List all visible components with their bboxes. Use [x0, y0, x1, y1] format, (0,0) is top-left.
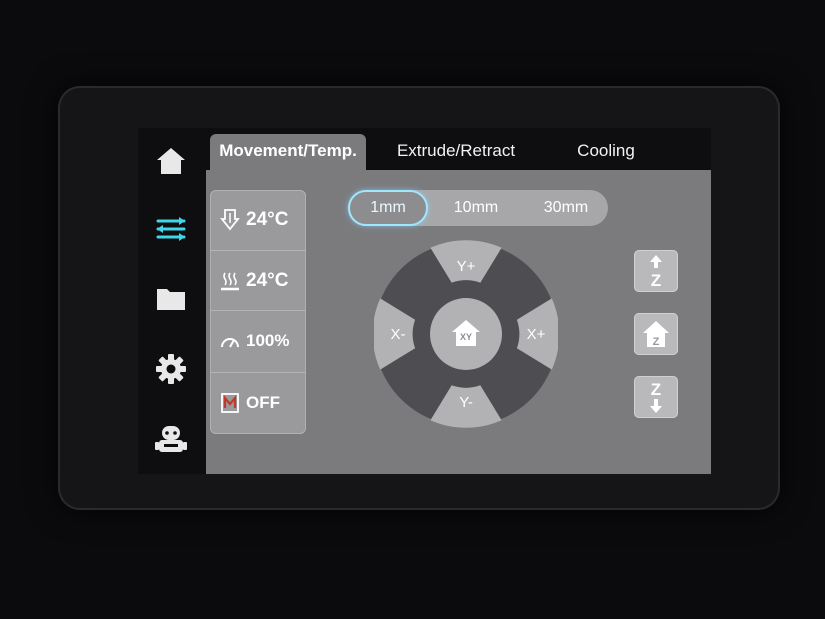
speed-value: 100% — [246, 330, 290, 350]
speedometer-icon — [221, 337, 239, 347]
tab-extrude-retract[interactable]: Extrude/Retract — [378, 135, 534, 167]
step-30mm[interactable]: 30mm — [524, 190, 608, 226]
motor-icon — [221, 392, 239, 413]
robot-icon — [155, 426, 187, 452]
gear-icon — [156, 354, 186, 384]
sliders-icon — [156, 217, 186, 241]
step-1mm[interactable]: 1mm — [348, 190, 428, 226]
sidebar-item-about[interactable] — [148, 416, 194, 462]
z-home-label: Z — [653, 336, 660, 348]
sidebar-item-files[interactable] — [148, 276, 194, 322]
tab-bar: Movement/Temp. Extrude/Retract Cooling — [206, 128, 711, 170]
speed-row[interactable]: 100% — [210, 310, 306, 370]
heated-bed-icon — [221, 272, 239, 290]
z-up-icon: Z — [650, 255, 662, 289]
z-down-button[interactable]: Z — [634, 376, 678, 418]
sidebar — [138, 128, 206, 474]
folder-icon — [157, 289, 185, 310]
z-down-icon: Z — [650, 380, 662, 413]
sidebar-item-home[interactable] — [148, 138, 194, 184]
bed-temp-value: 24°C — [246, 269, 289, 291]
touch-screen: Movement/Temp. Extrude/Retract Cooling 2… — [138, 128, 711, 474]
sidebar-item-movement[interactable] — [148, 206, 194, 252]
sidebar-item-settings[interactable] — [148, 346, 194, 392]
step-size-selector: 1mm 10mm 30mm — [348, 190, 608, 226]
nozzle-temp-row[interactable]: 24°C — [210, 190, 306, 250]
z-up-label: Z — [651, 271, 661, 289]
motors-row[interactable]: OFF — [210, 372, 306, 432]
step-10mm[interactable]: 10mm — [434, 190, 518, 226]
motors-value: OFF — [246, 392, 280, 412]
tab-movement-temp[interactable]: Movement/Temp. — [210, 134, 366, 170]
z-down-label: Z — [651, 380, 661, 399]
nozzle-temp-value: 24°C — [246, 209, 289, 230]
tab-cooling[interactable]: Cooling — [546, 135, 666, 167]
nozzle-icon — [220, 209, 240, 231]
xy-movement-pad: Y+ Y- X- X+ XY — [374, 236, 558, 432]
bed-temp-row[interactable]: 24°C — [210, 250, 306, 310]
z-up-button[interactable]: Z — [634, 250, 678, 292]
z-home-button[interactable]: Z — [634, 313, 678, 355]
status-panel: 24°C 24°C 100% OFF — [210, 190, 306, 434]
home-icon — [157, 148, 185, 174]
z-home-icon: Z — [643, 321, 669, 348]
